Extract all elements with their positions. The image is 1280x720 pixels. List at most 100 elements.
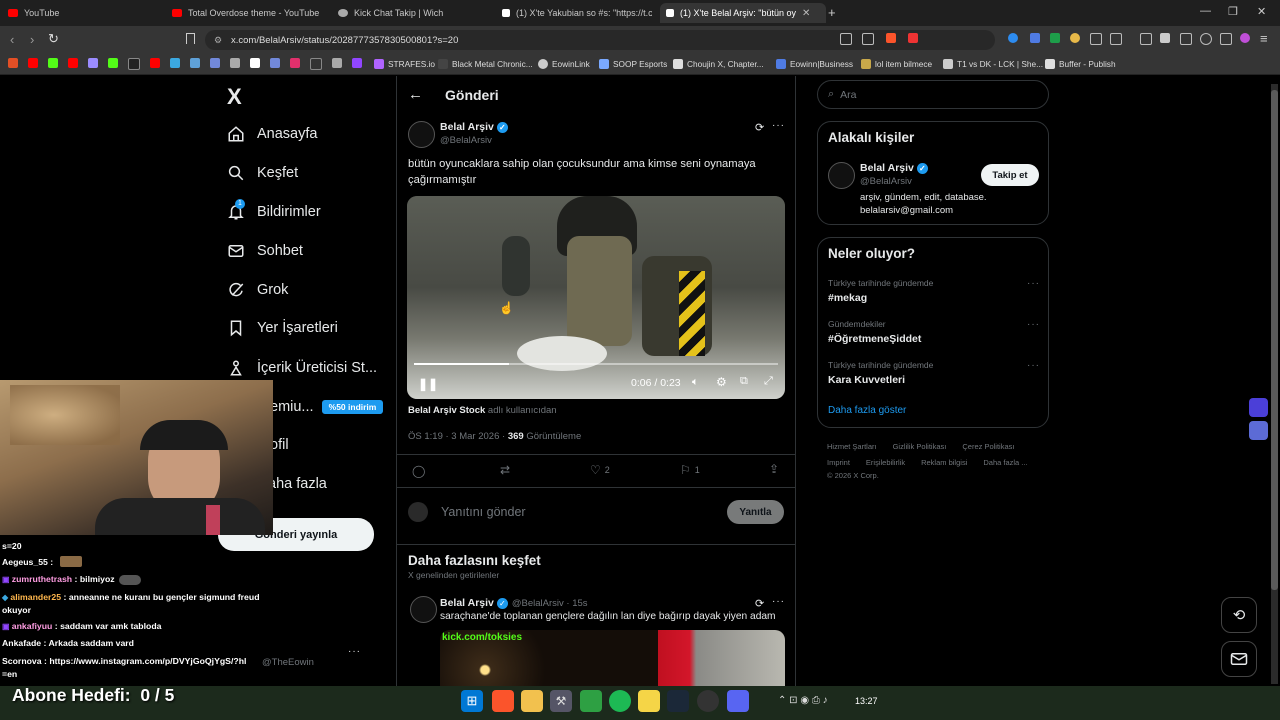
nav-notifications[interactable]: 1 Bildirimler (227, 198, 321, 226)
avatar[interactable] (828, 162, 855, 189)
leo-ai-icon[interactable] (1200, 33, 1212, 45)
extension-3-icon[interactable] (1050, 33, 1060, 43)
nav-more[interactable]: aha fazla (268, 470, 327, 498)
panel-icon[interactable] (1160, 33, 1170, 43)
profile-avatar-icon[interactable] (1240, 33, 1250, 43)
footer-link[interactable]: Imprint (827, 458, 850, 467)
bookmark-button[interactable]: ⚐ 1 (680, 463, 700, 477)
nav-bookmarks[interactable]: Yer İşaretleri (227, 314, 338, 342)
url-field[interactable]: ⚙ x.com/BelalArsiv/status/20287773578305… (205, 30, 995, 50)
bookmark-icon[interactable] (230, 58, 240, 68)
share-icon[interactable]: ⇪ (769, 462, 779, 476)
bookmark-eowinlink[interactable]: EowinLink (538, 57, 590, 71)
footer-link[interactable]: Reklam bilgisi (921, 458, 967, 467)
system-tray-icons[interactable]: ⌃ ⊡ ◉ ⎙ ♪ (778, 695, 828, 706)
obs-icon[interactable] (697, 690, 719, 712)
person-name[interactable]: Belal Arşiv ✓ (860, 162, 928, 174)
kick-icon[interactable] (48, 58, 58, 68)
youtube-icon[interactable] (68, 58, 78, 68)
bookmark-icon[interactable] (332, 58, 342, 68)
trend-menu-icon[interactable]: ··· (1027, 319, 1040, 330)
footer-link[interactable]: Erişilebilirlik (866, 458, 905, 467)
attribution-link[interactable]: Belal Arşiv Stock (408, 405, 485, 416)
grok-explain-icon[interactable]: ⟳ (755, 121, 764, 134)
bookmark-icon[interactable] (88, 58, 98, 68)
scrollbar-thumb[interactable] (1271, 90, 1278, 590)
follow-button[interactable]: Takip et (981, 164, 1039, 186)
bookmark-icon[interactable] (270, 58, 280, 68)
trend-menu-icon[interactable]: ··· (1027, 278, 1040, 289)
fullscreen-icon[interactable]: ⤢ (764, 375, 773, 388)
avatar[interactable] (408, 121, 435, 148)
new-tab-icon[interactable]: + (828, 5, 836, 20)
browser-tab-1[interactable]: YouTube (8, 3, 168, 23)
trend-item[interactable]: Türkiye tarihinde gündemde #mekag ··· (828, 278, 1040, 308)
footer-link[interactable]: Gizlilik Politikası (893, 442, 947, 451)
bookmark-page-icon[interactable] (186, 33, 195, 44)
notes-icon[interactable] (638, 690, 660, 712)
footer-link[interactable]: Daha fazla ... (983, 458, 1027, 467)
grok-explain-icon[interactable]: ⟳ (755, 597, 764, 610)
bookmark-icon[interactable] (170, 58, 180, 68)
video-progress-track[interactable] (414, 363, 778, 365)
instagram-icon[interactable] (290, 58, 300, 68)
site-info-icon[interactable]: ⚙ (214, 35, 222, 46)
back-arrow-icon[interactable]: ← (408, 86, 423, 103)
nav-chat[interactable]: Sohbet (227, 237, 303, 265)
reply-icon[interactable]: ◯ (412, 464, 425, 478)
bookmark-lol-item[interactable]: lol item bilmece (861, 57, 932, 71)
repost-icon[interactable]: ⇄ (500, 463, 510, 477)
side-extension-icon[interactable] (1249, 398, 1268, 417)
post-menu-icon[interactable]: ··· (772, 120, 785, 131)
post-author-handle[interactable]: @BelalArsiv (440, 135, 492, 146)
extension-1-icon[interactable] (1008, 33, 1018, 43)
youtube-icon[interactable] (28, 58, 38, 68)
bookmark-t1-dk[interactable]: T1 vs DK - LCK | She... (943, 57, 1043, 71)
bookmark-eowinn-business[interactable]: Eowinn|Business (776, 57, 853, 71)
reply-input[interactable]: Yanıtını gönder (441, 505, 526, 519)
vpn-icon[interactable] (1220, 33, 1232, 45)
tiktok-icon[interactable] (128, 58, 140, 70)
steam-icon[interactable] (667, 690, 689, 712)
grok-fab-icon[interactable]: ⟲ (1221, 597, 1257, 633)
post-menu-icon[interactable]: ··· (772, 596, 785, 607)
spotify-icon[interactable] (609, 690, 631, 712)
person-handle[interactable]: @BelalArsiv (860, 176, 912, 187)
nav-creator-studio[interactable]: İçerik Üreticisi St... (227, 354, 377, 382)
nav-explore[interactable]: Keşfet (227, 159, 298, 187)
twitch-icon[interactable] (352, 58, 362, 68)
tool-icon[interactable]: ⚒ (550, 690, 572, 712)
screen-icon[interactable] (840, 33, 852, 45)
browser-tab-2[interactable]: Total Overdose theme - YouTube (172, 3, 332, 23)
extensions-icon[interactable] (1090, 33, 1102, 45)
browser-tab-3[interactable]: Kick Chat Takip | Wich (338, 3, 493, 23)
trend-menu-icon[interactable]: ··· (1027, 360, 1040, 371)
wallet-icon[interactable] (1180, 33, 1192, 45)
youtube-icon[interactable] (150, 58, 160, 68)
app-icon[interactable] (580, 690, 602, 712)
messages-fab-icon[interactable] (1221, 641, 1257, 677)
bookmark-icon[interactable] (190, 58, 200, 68)
post-author-name[interactable]: Belal Arşiv ✓ (440, 121, 508, 133)
x-logo-icon[interactable] (250, 58, 260, 68)
forward-icon[interactable]: › (30, 32, 34, 47)
footer-link[interactable]: Hizmet Şartları (827, 442, 877, 451)
reload-icon[interactable]: ↻ (48, 31, 59, 47)
settings-gear-icon[interactable]: ⚙ (716, 375, 727, 389)
show-more-link[interactable]: Daha fazla göster (828, 405, 906, 416)
video-player[interactable]: ☝ ❚❚ 0:06 / 0:23 🔈︎ ⚙ ⧉ ⤢ (407, 196, 785, 399)
kick-icon[interactable] (108, 58, 118, 68)
bookmark-icon[interactable] (310, 58, 322, 70)
menu-icon[interactable]: ≡ (1260, 31, 1268, 46)
extension-2-icon[interactable] (1030, 33, 1040, 43)
discord-icon[interactable] (727, 690, 749, 712)
nav-home[interactable]: Anasayfa (227, 120, 317, 148)
volume-icon[interactable]: 🔈︎ (692, 376, 699, 389)
close-window-icon[interactable]: ✕ (1257, 5, 1266, 18)
picture-in-picture-icon[interactable]: ⧉ (740, 375, 748, 388)
brave-browser-icon[interactable] (492, 690, 514, 712)
restore-icon[interactable]: ❐ (1228, 5, 1238, 18)
pause-icon[interactable]: ❚❚ (418, 377, 438, 391)
account-handle[interactable]: @TheEowin (262, 657, 314, 668)
page-scrollbar[interactable] (1271, 84, 1278, 684)
